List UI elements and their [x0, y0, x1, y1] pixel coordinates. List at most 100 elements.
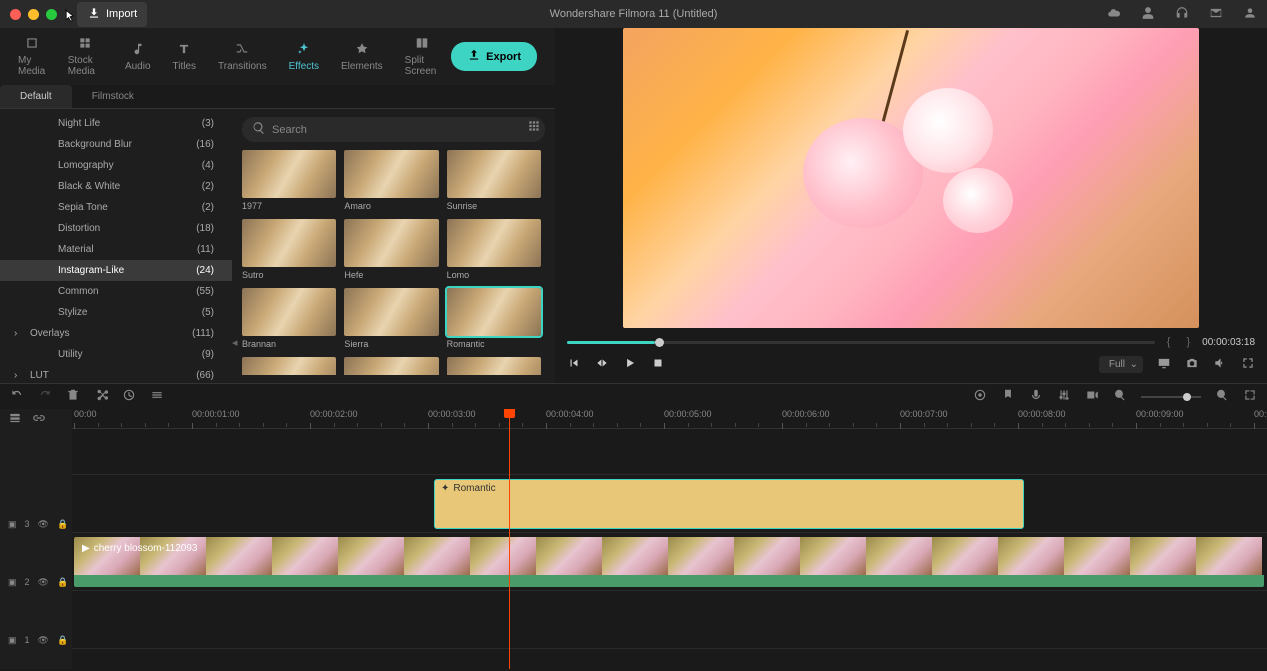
- cat-material[interactable]: Material(11): [0, 239, 232, 260]
- mail-icon[interactable]: [1209, 6, 1223, 23]
- subtab-filmstock[interactable]: Filmstock: [72, 85, 154, 108]
- lock-icon[interactable]: 🔒: [57, 577, 68, 588]
- effect-card-sutro[interactable]: Sutro: [242, 219, 336, 280]
- split-button[interactable]: [94, 388, 108, 405]
- volume-button[interactable]: [1213, 356, 1227, 373]
- speed-button[interactable]: [122, 388, 136, 405]
- cat-instagram-like[interactable]: Instagram-Like(24): [0, 260, 232, 281]
- render-button[interactable]: [973, 388, 987, 405]
- lock-icon[interactable]: 🔒: [57, 519, 68, 530]
- cat-common[interactable]: Common(55): [0, 281, 232, 302]
- track-3[interactable]: ✦ Romantic: [72, 475, 1267, 533]
- tab-audio[interactable]: Audio: [115, 38, 161, 76]
- cat-distortion[interactable]: Distortion(18): [0, 218, 232, 239]
- category-list[interactable]: Night Life(3) Background Blur(16) Lomogr…: [0, 109, 232, 383]
- effect-card-amaro[interactable]: Amaro: [344, 150, 438, 211]
- effect-card-valencia[interactable]: Valencia: [242, 357, 336, 375]
- redo-button[interactable]: [38, 388, 52, 405]
- effect-card-lomo[interactable]: Lomo: [447, 219, 541, 280]
- snapshot-button[interactable]: [1185, 356, 1199, 373]
- cat-count: (2): [202, 202, 214, 213]
- clip-video-cherry[interactable]: ▶ cherry blossom-112093: [74, 537, 1264, 587]
- effect-card-romantic[interactable]: Romantic: [447, 288, 541, 349]
- tab-effects[interactable]: Effects: [279, 38, 329, 76]
- step-back-button[interactable]: [595, 356, 609, 373]
- tab-transitions[interactable]: Transitions: [208, 38, 277, 76]
- tracks-area[interactable]: 00:0000:00:01:0000:00:02:0000:00:03:0000…: [72, 409, 1267, 669]
- time-ruler[interactable]: 00:0000:00:01:0000:00:02:0000:00:03:0000…: [72, 409, 1267, 429]
- search-input[interactable]: Search: [242, 117, 545, 142]
- link-button[interactable]: [32, 411, 46, 428]
- tab-my-media[interactable]: My Media: [8, 32, 56, 81]
- voiceover-button[interactable]: [1029, 388, 1043, 405]
- visibility-icon[interactable]: 👁: [38, 635, 49, 646]
- close-window-button[interactable]: [10, 9, 21, 20]
- delete-button[interactable]: [66, 388, 80, 405]
- subtab-default[interactable]: Default: [0, 85, 72, 108]
- marker-button[interactable]: [1001, 388, 1015, 405]
- undo-button[interactable]: [10, 388, 24, 405]
- cat-utility[interactable]: Utility(9): [0, 344, 232, 365]
- preview-video[interactable]: [623, 28, 1199, 328]
- cat-lomography[interactable]: Lomography(4): [0, 155, 232, 176]
- tab-titles[interactable]: Titles: [163, 38, 207, 76]
- cat-night-life[interactable]: Night Life(3): [0, 113, 232, 134]
- effects-grid[interactable]: 1977AmaroSunrise SutroHefeLomo BrannanSier…: [242, 150, 545, 375]
- effect-card-1977[interactable]: 1977: [242, 150, 336, 211]
- cat-lut[interactable]: ›LUT(66): [0, 365, 232, 383]
- record-button[interactable]: [1085, 388, 1099, 405]
- tab-split-screen[interactable]: Split Screen: [395, 32, 449, 81]
- headset-icon[interactable]: [1175, 6, 1189, 23]
- account-icon[interactable]: [1141, 6, 1155, 23]
- progress-thumb[interactable]: [655, 338, 664, 347]
- track-1[interactable]: [72, 591, 1267, 649]
- fullscreen-button[interactable]: [1241, 356, 1255, 373]
- lock-icon[interactable]: 🔒: [57, 635, 68, 646]
- quality-select[interactable]: Full: [1099, 356, 1143, 373]
- cat-stylize[interactable]: Stylize(5): [0, 302, 232, 323]
- zoom-thumb[interactable]: [1183, 393, 1191, 401]
- grid-view-toggle[interactable]: [527, 119, 541, 136]
- visibility-icon[interactable]: 👁: [38, 577, 49, 588]
- track-header-3[interactable]: ▣ 3 👁 🔒: [0, 495, 72, 553]
- effect-card-retro[interactable]: Retro: [447, 357, 541, 375]
- cat-background-blur[interactable]: Background Blur(16): [0, 134, 232, 155]
- mark-in-button[interactable]: {: [1163, 336, 1175, 348]
- export-button[interactable]: Export: [451, 42, 537, 71]
- zoom-in-button[interactable]: [1215, 388, 1229, 405]
- stop-button[interactable]: [651, 356, 665, 373]
- cat-sepia-tone[interactable]: Sepia Tone(2): [0, 197, 232, 218]
- zoom-out-button[interactable]: [1113, 388, 1127, 405]
- prev-frame-button[interactable]: [567, 356, 581, 373]
- minimize-window-button[interactable]: [28, 9, 39, 20]
- effect-card-hefe[interactable]: Hefe: [344, 219, 438, 280]
- effect-card-brannan[interactable]: Brannan: [242, 288, 336, 349]
- crop-button[interactable]: [150, 388, 164, 405]
- visibility-icon[interactable]: 👁: [38, 519, 49, 530]
- tab-elements[interactable]: Elements: [331, 38, 393, 76]
- track-header-2[interactable]: ▣ 2 👁 🔒: [0, 553, 72, 611]
- cloud-icon[interactable]: [1107, 6, 1121, 23]
- effect-card-sunrise[interactable]: Sunrise: [447, 150, 541, 211]
- fit-button[interactable]: [1243, 388, 1257, 405]
- clip-effect-romantic[interactable]: ✦ Romantic: [434, 479, 1024, 529]
- play-button[interactable]: [623, 356, 637, 373]
- effect-card-sierra[interactable]: Sierra: [344, 288, 438, 349]
- cat-black-white[interactable]: Black & White(2): [0, 176, 232, 197]
- display-icon[interactable]: [1157, 356, 1171, 373]
- effect-card-hudson[interactable]: Hudson: [344, 357, 438, 375]
- import-button[interactable]: Import: [77, 2, 147, 27]
- track-header-1[interactable]: ▣ 1 👁 🔒: [0, 611, 72, 669]
- mark-out-button[interactable]: }: [1182, 336, 1194, 348]
- user-icon[interactable]: [1243, 6, 1257, 23]
- track-2[interactable]: ▶ cherry blossom-112093: [72, 533, 1267, 591]
- maximize-window-button[interactable]: [46, 9, 57, 20]
- tab-stock-media[interactable]: Stock Media: [58, 32, 113, 81]
- progress-slider[interactable]: [567, 341, 1155, 344]
- playhead[interactable]: [509, 409, 510, 669]
- mixer-button[interactable]: [1057, 388, 1071, 405]
- zoom-slider[interactable]: [1141, 396, 1201, 398]
- cat-overlays[interactable]: ›Overlays(111): [0, 323, 232, 344]
- collapse-sidebar-button[interactable]: ◂: [232, 336, 238, 349]
- add-track-button[interactable]: [8, 411, 22, 428]
